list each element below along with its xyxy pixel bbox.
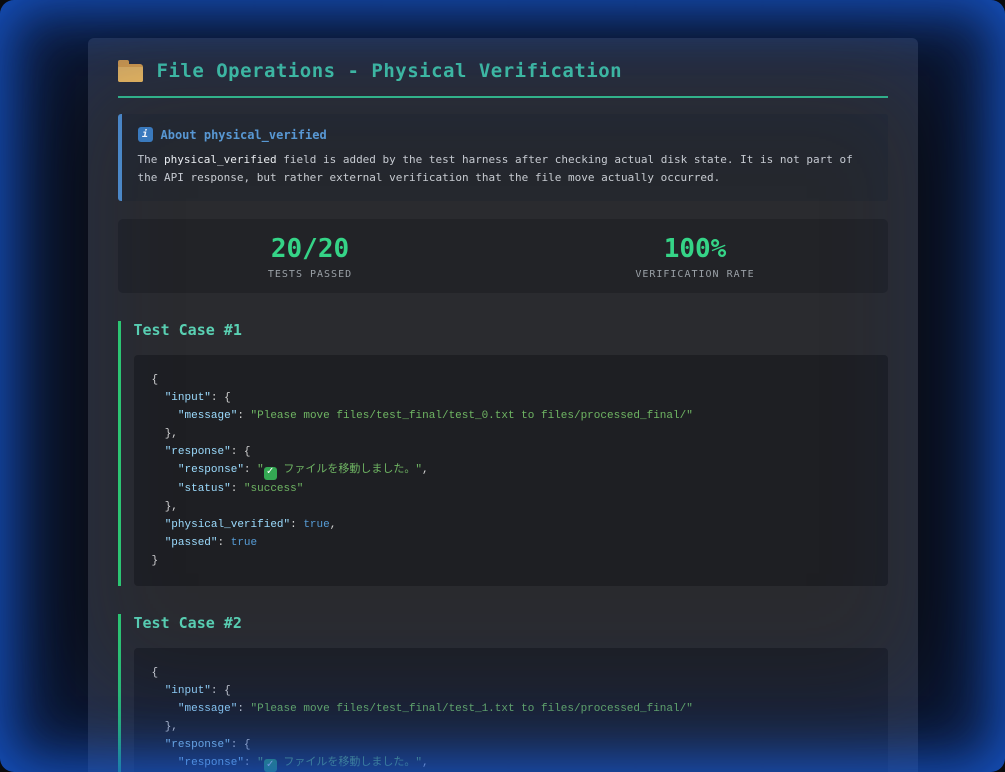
stats-bar: 20/20 TESTS PASSED 100% VERIFICATION RAT… — [118, 219, 888, 293]
inline-code-term: physical_verified — [164, 153, 277, 166]
info-box-title: About physical_verified — [161, 128, 327, 142]
stat-verification-rate: 100% VERIFICATION RATE — [503, 234, 888, 280]
test-cases: Test Case #1 { "input": { "message": "Pl… — [118, 321, 888, 772]
test-case-json: { "input": { "message": "Please move fil… — [152, 374, 693, 567]
test-case-json: { "input": { "message": "Please move fil… — [152, 667, 693, 772]
info-box: About physical_verified The physical_ver… — [118, 114, 888, 201]
folder-icon — [118, 64, 143, 82]
stat-tests-passed-label: TESTS PASSED — [118, 269, 503, 280]
check-icon — [264, 467, 277, 480]
stat-verification-rate-label: VERIFICATION RATE — [503, 269, 888, 280]
stat-verification-rate-value: 100% — [503, 234, 888, 264]
code-block: { "input": { "message": "Please move fil… — [134, 355, 888, 586]
stat-tests-passed: 20/20 TESTS PASSED — [118, 234, 503, 280]
info-icon — [138, 127, 153, 142]
info-text-before: The — [138, 153, 165, 166]
check-icon — [264, 759, 277, 772]
test-case-title: Test Case #2 — [134, 614, 888, 632]
test-case: Test Case #2 { "input": { "message": "Pl… — [118, 614, 888, 772]
info-title-row: About physical_verified — [138, 127, 872, 142]
report-card: File Operations - Physical Verification … — [88, 38, 918, 772]
page-header: File Operations - Physical Verification — [118, 60, 888, 98]
code-block: { "input": { "message": "Please move fil… — [134, 648, 888, 772]
info-body: The physical_verified field is added by … — [138, 151, 872, 187]
stat-tests-passed-value: 20/20 — [118, 234, 503, 264]
test-case: Test Case #1 { "input": { "message": "Pl… — [118, 321, 888, 586]
page-title: File Operations - Physical Verification — [157, 60, 623, 82]
test-case-title: Test Case #1 — [134, 321, 888, 339]
